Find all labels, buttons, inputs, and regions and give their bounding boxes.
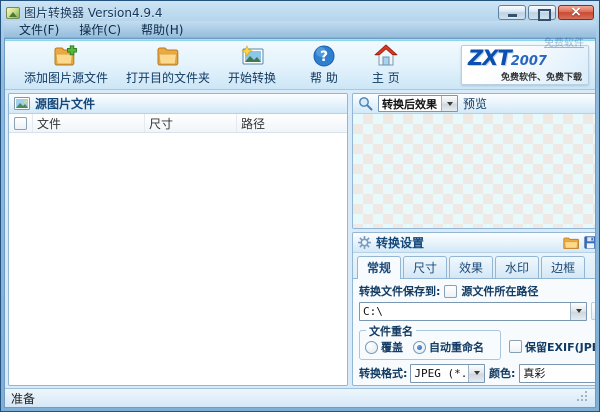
folder-add-icon	[53, 44, 79, 68]
title-bar[interactable]: 图片转换器 Version4.9.4	[4, 4, 596, 21]
column-size[interactable]: 尺寸	[145, 114, 237, 132]
load-settings-folder-icon[interactable]	[563, 236, 579, 249]
magnifier-icon	[358, 96, 373, 111]
tool-label: 打开目的文件夹	[126, 69, 210, 86]
source-files-panel: 源图片文件 文件 尺寸 路径	[8, 93, 348, 386]
tool-label: 添加图片源文件	[24, 69, 108, 86]
app-window: 图片转换器 Version4.9.4 文件(F) 操作(C) 帮助(H)	[0, 0, 600, 412]
settings-tabs: 常规 尺寸 效果 水印 边框	[353, 253, 595, 279]
corner-link[interactable]: 免费软件	[544, 34, 584, 49]
window-title: 图片转换器 Version4.9.4	[24, 4, 162, 21]
select-all-checkbox[interactable]	[14, 117, 27, 130]
format-value: JPEG (*.jp	[411, 367, 468, 380]
keep-exif-option[interactable]: 保留EXIF(JPEG)	[509, 339, 595, 355]
help-button[interactable]: ? 帮 助	[301, 42, 347, 88]
overwrite-radio-option[interactable]: 覆盖	[365, 339, 403, 355]
auto-rename-radio[interactable]	[413, 341, 426, 354]
settings-panel-title: 转换设置	[376, 234, 424, 251]
auto-rename-radio-option[interactable]: 自动重命名	[413, 339, 484, 355]
menu-bar: 文件(F) 操作(C) 帮助(H)	[4, 21, 596, 38]
file-rename-group: 文件重名 覆盖 自动重命名	[359, 330, 501, 360]
format-label: 转换格式:	[359, 365, 407, 381]
preview-panel: 转换后效果 预览	[352, 93, 595, 229]
column-file[interactable]: 文件	[33, 114, 145, 132]
client-frame: 添加图片源文件 打开目的文件夹	[4, 38, 596, 408]
folder-open-icon	[155, 44, 181, 68]
file-list[interactable]	[9, 133, 347, 385]
destination-path-value: C:\	[360, 305, 570, 318]
preview-panel-header: 转换后效果 预览	[353, 94, 595, 114]
chevron-down-icon[interactable]	[570, 303, 586, 320]
status-bar: 准备	[5, 388, 595, 407]
browse-folder-button[interactable]	[591, 302, 595, 320]
tool-label: 开始转换	[228, 69, 276, 86]
source-panel-title: 源图片文件	[35, 95, 95, 112]
file-rename-group-title: 文件重名	[366, 323, 416, 339]
open-destination-folder-button[interactable]: 打开目的文件夹	[117, 42, 219, 88]
gear-icon	[358, 236, 371, 249]
settings-panel-header: 转换设置	[353, 233, 595, 253]
add-source-files-button[interactable]: 添加图片源文件	[15, 42, 117, 88]
convert-image-icon	[239, 44, 265, 68]
source-panel-header: 源图片文件	[9, 94, 347, 114]
picture-icon	[14, 97, 30, 110]
source-path-checkbox-label[interactable]: 源文件所在路径	[461, 283, 538, 299]
menu-operate[interactable]: 操作(C)	[70, 20, 130, 39]
auto-rename-label: 自动重命名	[429, 339, 484, 355]
convert-settings-panel: 转换设置	[352, 232, 595, 386]
destination-path-select[interactable]: C:\	[359, 302, 587, 321]
logo-tagline: 免费软件、免费下载	[468, 70, 582, 83]
menu-file[interactable]: 文件(F)	[10, 20, 68, 39]
tab-watermark[interactable]: 水印	[495, 256, 539, 278]
preview-button[interactable]: 预览	[463, 95, 487, 112]
overwrite-label: 覆盖	[381, 339, 403, 355]
chevron-down-icon[interactable]	[441, 96, 457, 111]
save-settings-icon[interactable]	[584, 236, 595, 249]
column-path[interactable]: 路径	[237, 114, 347, 132]
source-path-checkbox[interactable]	[444, 285, 457, 298]
keep-exif-label: 保留EXIF(JPEG)	[525, 339, 595, 355]
save-to-label: 转换文件保存到:	[359, 283, 440, 299]
right-column: 转换后效果 预览	[352, 93, 595, 386]
tab-border[interactable]: 边框	[541, 256, 585, 278]
preview-checkerboard	[353, 114, 595, 228]
keep-exif-checkbox[interactable]	[509, 340, 522, 353]
toolbar: 添加图片源文件 打开目的文件夹	[5, 41, 595, 90]
minimize-button[interactable]	[498, 5, 526, 20]
home-icon	[373, 44, 399, 68]
tab-effects[interactable]: 效果	[449, 256, 493, 278]
status-text: 准备	[11, 390, 35, 407]
help-icon: ?	[311, 44, 337, 68]
zxt-logo: 免费软件 ZXT2007 免费软件、免费下载	[461, 45, 589, 85]
color-depth-value: 真彩	[520, 365, 595, 381]
svg-text:?: ?	[320, 49, 328, 65]
color-label: 颜色:	[489, 365, 515, 381]
start-convert-button[interactable]: 开始转换	[219, 42, 285, 88]
tool-label: 帮 助	[310, 69, 338, 86]
chevron-down-icon[interactable]	[468, 365, 484, 382]
tool-label: 主 页	[372, 69, 400, 86]
close-button[interactable]	[558, 5, 594, 20]
menu-help[interactable]: 帮助(H)	[132, 20, 192, 39]
workspace: 源图片文件 文件 尺寸 路径	[5, 90, 595, 388]
tab-size[interactable]: 尺寸	[403, 256, 447, 278]
resize-grip[interactable]	[576, 390, 589, 406]
maximize-button[interactable]	[528, 5, 556, 20]
format-select[interactable]: JPEG (*.jp	[410, 364, 485, 383]
settings-general-tab-content: 转换文件保存到: 源文件所在路径 C:\	[353, 279, 595, 386]
color-depth-select[interactable]: 真彩	[519, 364, 595, 383]
overwrite-radio[interactable]	[365, 341, 378, 354]
logo-brand: ZXT	[468, 46, 511, 70]
file-list-column-header: 文件 尺寸 路径	[9, 114, 347, 133]
preview-mode-select[interactable]: 转换后效果	[378, 95, 458, 112]
app-icon	[6, 7, 20, 19]
home-button[interactable]: 主 页	[363, 42, 409, 88]
preview-mode-value: 转换后效果	[379, 96, 441, 112]
logo-year: 2007	[511, 54, 547, 69]
tab-general[interactable]: 常规	[357, 256, 401, 279]
